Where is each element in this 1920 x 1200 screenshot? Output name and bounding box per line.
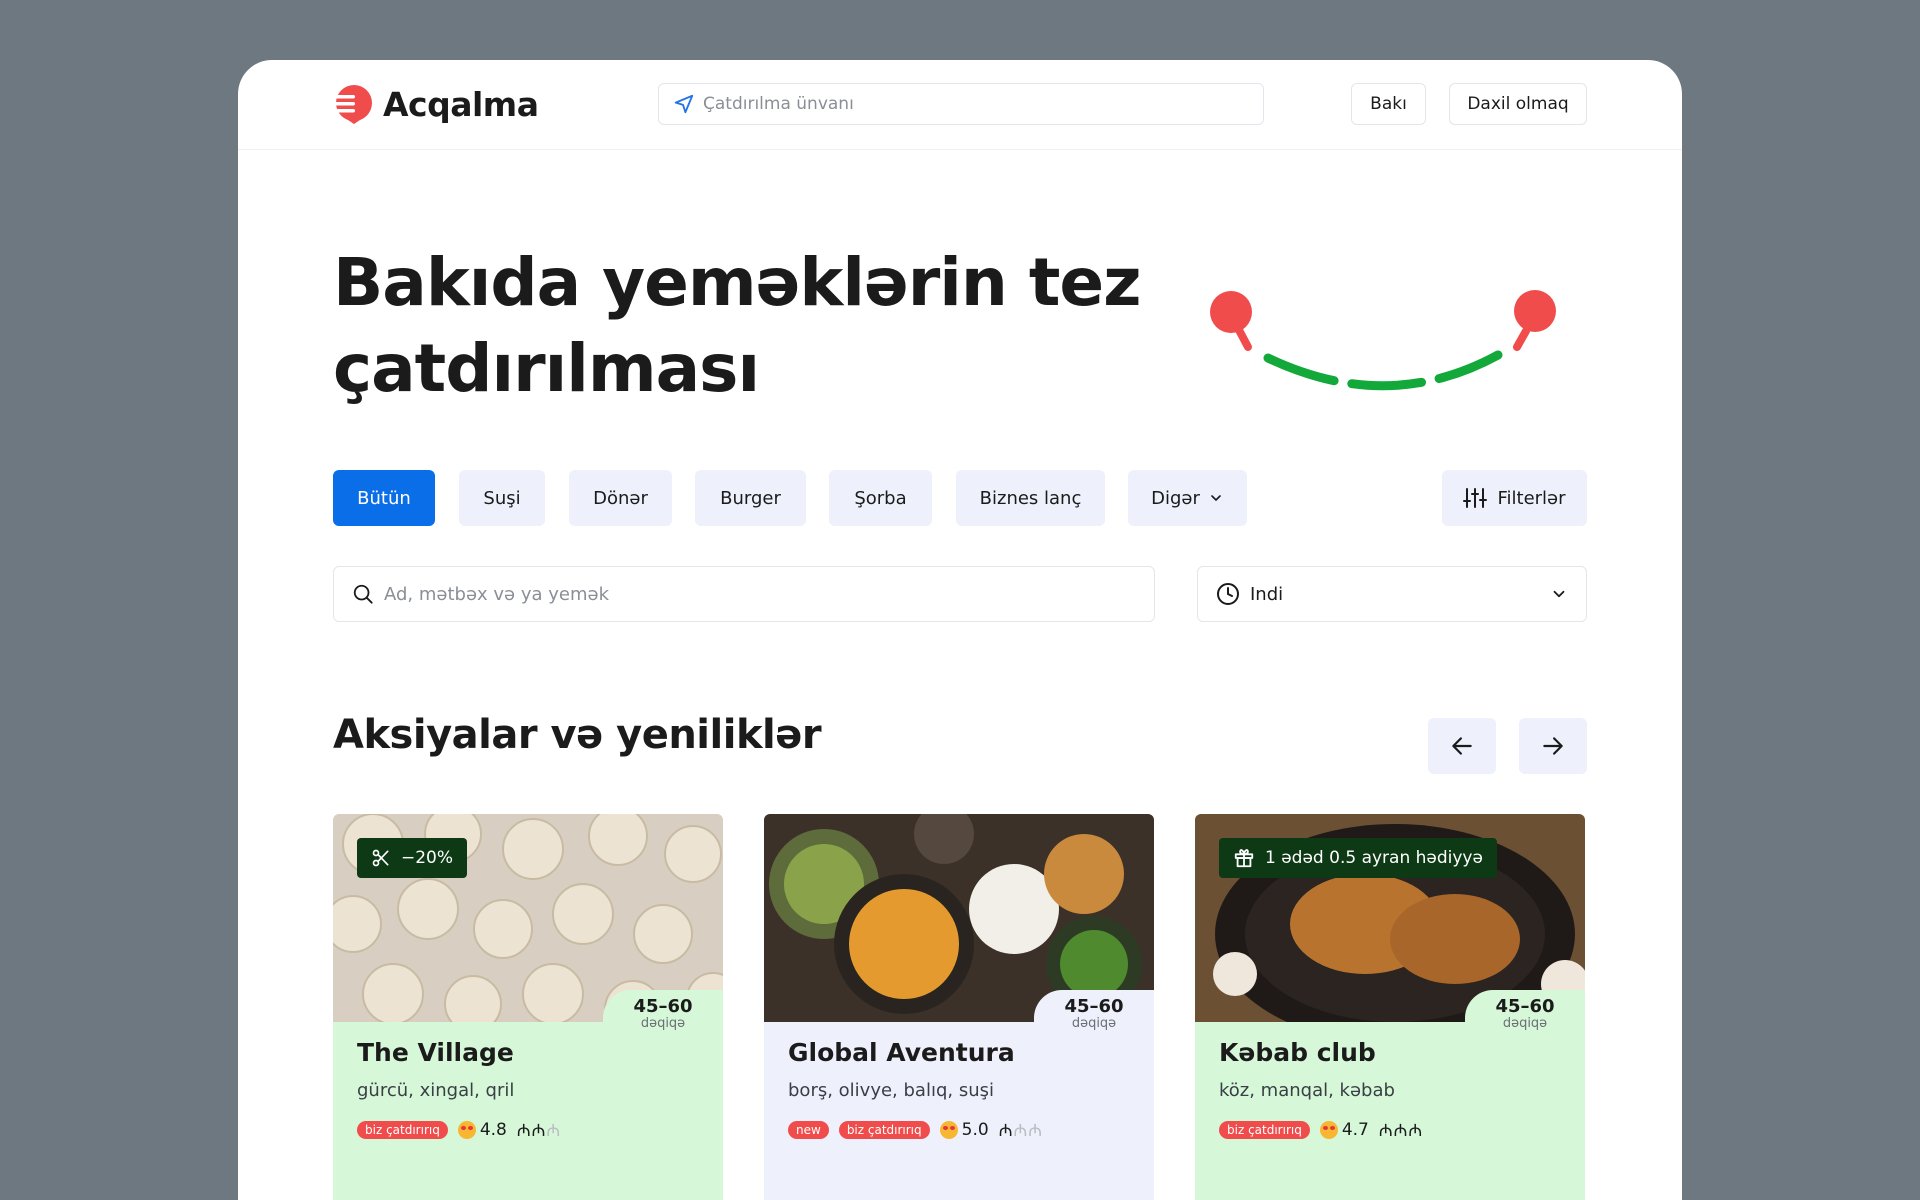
star-eyes-emoji-icon [457, 1120, 476, 1139]
brand-name: Acqalma [383, 84, 539, 124]
carousel-prev-button[interactable] [1428, 718, 1496, 774]
category-chip-all[interactable]: Bütün [333, 470, 435, 526]
restaurant-card[interactable]: 1 ədəd 0.5 ayran hədiyyə 45–60 dəqiqə Kə… [1195, 814, 1585, 1200]
promo-badge: 1 ədəd 0.5 ayran hədiyyə [1219, 838, 1497, 878]
star-eyes-emoji-icon [939, 1120, 958, 1139]
category-chip-burger[interactable]: Burger [695, 470, 806, 526]
rating: 5.0 [939, 1119, 989, 1140]
delivery-time-select[interactable]: Indi [1197, 566, 1587, 622]
eta-unit: dəqiqə [640, 1016, 686, 1031]
price-level: ₼₼₼ [998, 1121, 1044, 1141]
restaurant-card[interactable]: −20% 45–60 dəqiqə The Village gürcü, xin… [333, 814, 723, 1200]
category-chip-soup[interactable]: Şorba [829, 470, 932, 526]
card-meta: biz çatdırırıq 4.8 ₼₼₼ [357, 1118, 561, 1141]
eta-value: 45–60 [1064, 996, 1124, 1017]
city-button[interactable]: Bakı [1351, 83, 1426, 125]
restaurant-name: Global Aventura [788, 1038, 1015, 1067]
rating-value: 5.0 [961, 1119, 989, 1140]
delivery-time-badge: 45–60 dəqiqə [1465, 990, 1585, 1046]
delivery-badge: biz çatdırırıq [1219, 1120, 1310, 1139]
eta-unit: dəqiqə [1071, 1016, 1117, 1031]
promos-section-title: Aksiyalar və yeniliklər [333, 712, 822, 758]
price-level: ₼₼₼ [516, 1121, 562, 1141]
price-level: ₼₼₼ [1378, 1121, 1424, 1141]
arrow-left-icon [1452, 737, 1472, 755]
promo-text: 1 ədəd 0.5 ayran hədiyyə [1265, 848, 1483, 868]
brand-logo[interactable]: Acqalma [333, 83, 539, 125]
category-chip-doner[interactable]: Dönər [569, 470, 672, 526]
delivery-address-input[interactable] [703, 94, 1243, 114]
search-input[interactable] [384, 583, 1144, 605]
eta-value: 45–60 [1495, 996, 1555, 1017]
delivery-time-badge: 45–60 dəqiqə [603, 990, 723, 1046]
category-chip-sushi[interactable]: Suşi [459, 470, 545, 526]
delivery-time-badge: 45–60 dəqiqə [1034, 990, 1154, 1046]
restaurant-card[interactable]: 45–60 dəqiqə Global Aventura borş, olivy… [764, 814, 1154, 1200]
eta-value: 45–60 [633, 996, 693, 1017]
gift-icon [1234, 849, 1254, 868]
rating-value: 4.7 [1341, 1119, 1369, 1140]
chevron-down-icon [1553, 590, 1565, 598]
rating: 4.7 [1319, 1119, 1369, 1140]
promo-badge: −20% [357, 838, 468, 878]
card-meta: new biz çatdırırıq 5.0 ₼₼₼ [788, 1118, 1043, 1141]
restaurant-cuisine: borş, olivye, balıq, suşi [788, 1080, 994, 1101]
new-badge: new [788, 1120, 829, 1139]
carousel-next-button[interactable] [1519, 718, 1587, 774]
eta-unit: dəqiqə [1502, 1016, 1548, 1031]
location-arrow-icon [674, 94, 694, 114]
promo-text: −20% [401, 848, 454, 868]
restaurant-cuisine: gürcü, xingal, qril [357, 1080, 515, 1101]
search-field[interactable] [333, 566, 1155, 622]
logo-icon [333, 85, 372, 124]
filters-button[interactable]: Filterlər [1442, 470, 1587, 526]
top-bar: Acqalma Bakı Daxil olmaq [238, 60, 1682, 150]
delivery-badge: biz çatdırırıq [357, 1120, 448, 1139]
category-chip-business-lunch[interactable]: Biznes lanç [956, 470, 1105, 526]
hero-title: Bakıda yeməklərin tez çatdırılması [333, 244, 1142, 407]
restaurant-cuisine: köz, manqal, kəbab [1219, 1080, 1395, 1101]
delivery-address-field[interactable] [658, 83, 1264, 125]
card-meta: biz çatdırırıq 4.7 ₼₼₼ [1219, 1118, 1423, 1141]
chevron-down-icon [1211, 495, 1221, 501]
delivery-route-illustration [1210, 290, 1556, 391]
app-window: Acqalma Bakı Daxil olmaq Bakıda yeməklər… [238, 60, 1682, 1200]
delivery-badge: biz çatdırırıq [838, 1120, 930, 1139]
rating-value: 4.8 [479, 1119, 507, 1140]
scissors-icon [372, 849, 389, 867]
search-icon [353, 584, 373, 604]
delivery-time-value: Indi [1250, 583, 1284, 605]
category-chip-other-label: Digər [1151, 487, 1200, 509]
category-chip-other[interactable]: Digər [1128, 470, 1247, 526]
rating: 4.8 [457, 1119, 507, 1140]
hearts-emoji-icon [1319, 1120, 1338, 1139]
filters-label: Filterlər [1497, 487, 1566, 509]
restaurant-name: Kəbab club [1219, 1038, 1376, 1067]
restaurant-name: The Village [357, 1038, 514, 1067]
sliders-icon [1463, 488, 1488, 508]
arrow-right-icon [1543, 737, 1563, 755]
clock-icon [1217, 583, 1239, 605]
login-button[interactable]: Daxil olmaq [1449, 83, 1587, 125]
